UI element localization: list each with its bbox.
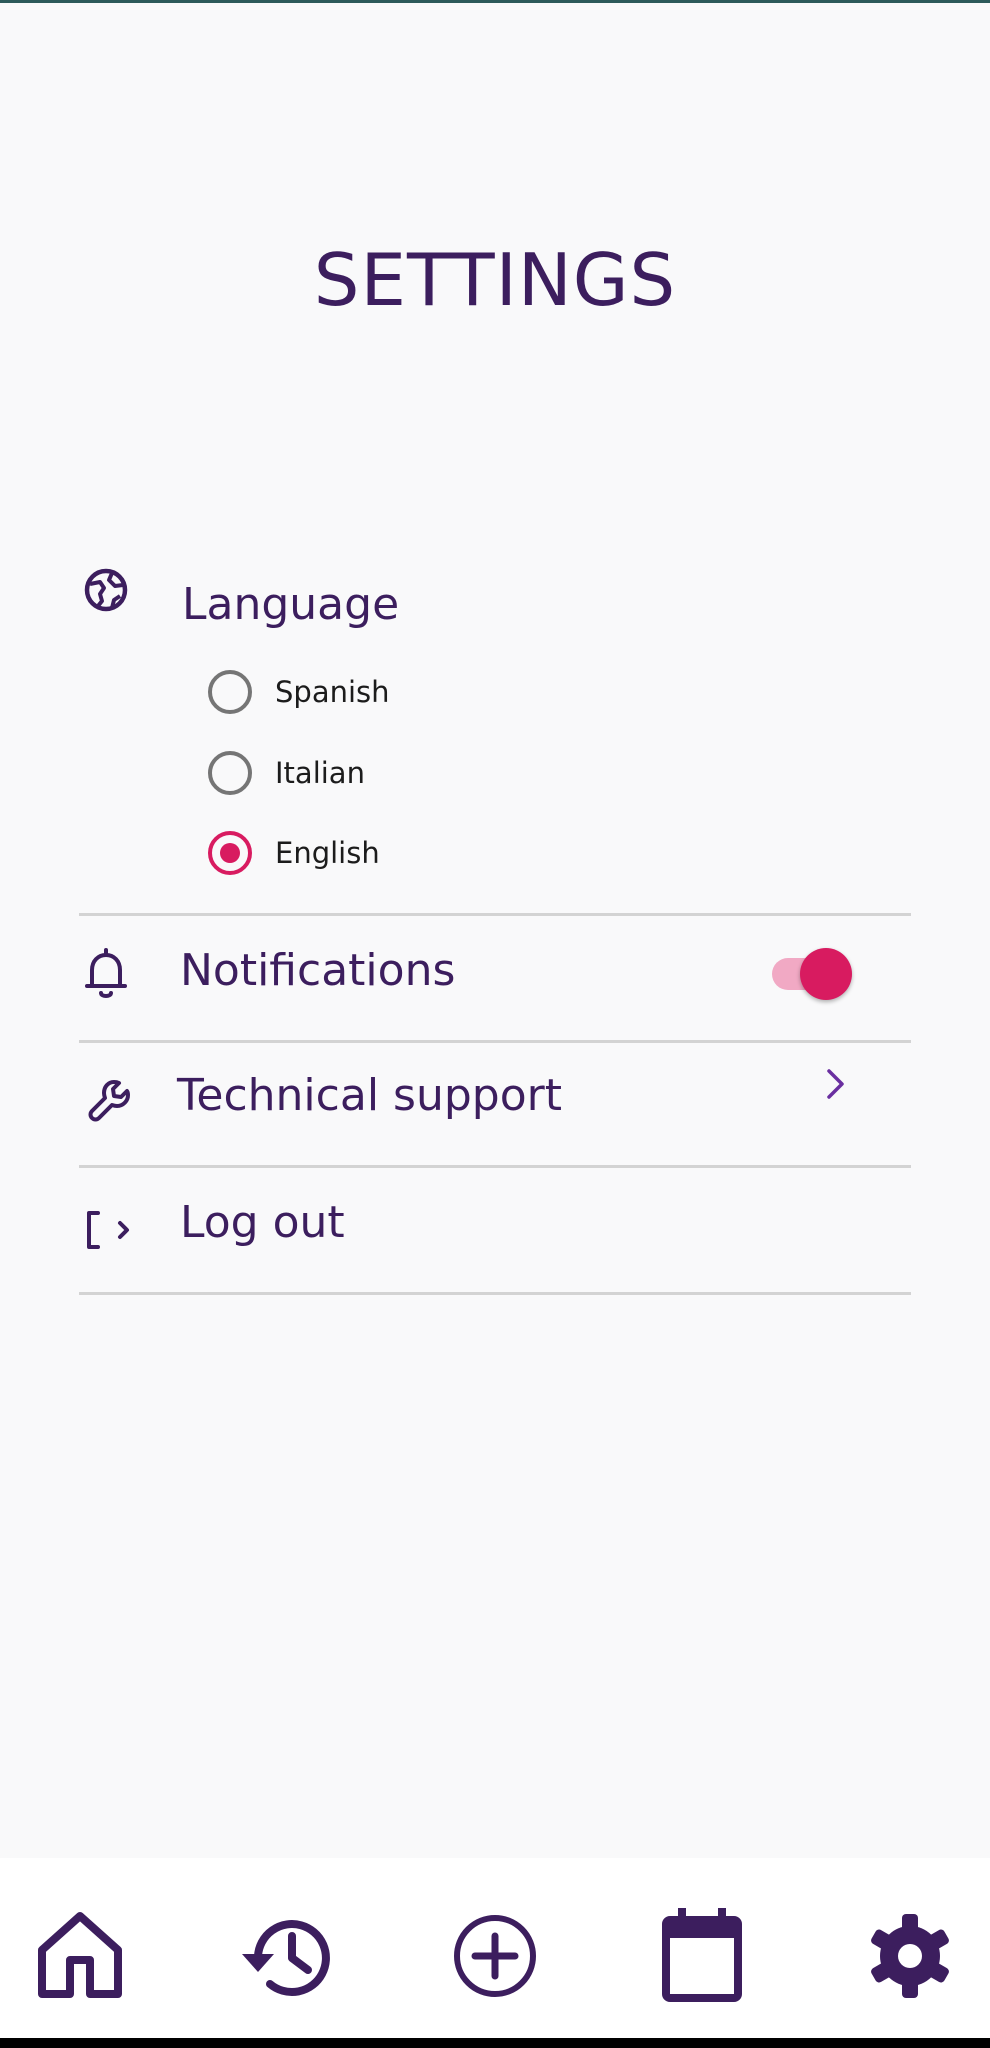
toggle-thumb (800, 948, 852, 1000)
radio-label-spanish: Spanish (275, 675, 390, 709)
calendar-icon[interactable] (652, 1906, 752, 2006)
radio-label-italian: Italian (275, 756, 365, 790)
home-icon[interactable] (30, 1906, 130, 2006)
radio-button-spanish[interactable] (208, 670, 252, 714)
radio-button-italian[interactable] (208, 751, 252, 795)
globe-icon (82, 566, 130, 614)
status-strip (0, 0, 990, 3)
technical-support-label[interactable]: Technical support (177, 1068, 562, 1124)
divider (79, 1040, 911, 1043)
divider (79, 913, 911, 916)
notifications-toggle[interactable] (770, 948, 856, 1000)
radio-option-spanish[interactable]: Spanish (208, 665, 390, 719)
add-circle-icon[interactable] (445, 1906, 545, 2006)
notifications-label: Notifications (180, 945, 456, 996)
radio-option-italian[interactable]: Italian (208, 746, 365, 800)
radio-button-english[interactable] (208, 831, 252, 875)
radio-option-english[interactable]: English (208, 826, 380, 880)
bottom-navigation (0, 1858, 990, 2038)
radio-label-english: English (275, 836, 380, 870)
language-label: Language (182, 579, 400, 630)
page-title: SETTINGS (313, 238, 677, 322)
divider (79, 1165, 911, 1168)
logout-icon (84, 1210, 134, 1250)
bell-icon (82, 946, 130, 1000)
history-icon[interactable] (236, 1906, 336, 2006)
divider (79, 1292, 911, 1295)
wrench-icon (86, 1076, 134, 1124)
system-bottom-bar (0, 2038, 990, 2048)
logout-label[interactable]: Log out (180, 1195, 345, 1251)
chevron-right-icon[interactable] (820, 1068, 852, 1100)
gear-icon[interactable] (860, 1906, 960, 2006)
